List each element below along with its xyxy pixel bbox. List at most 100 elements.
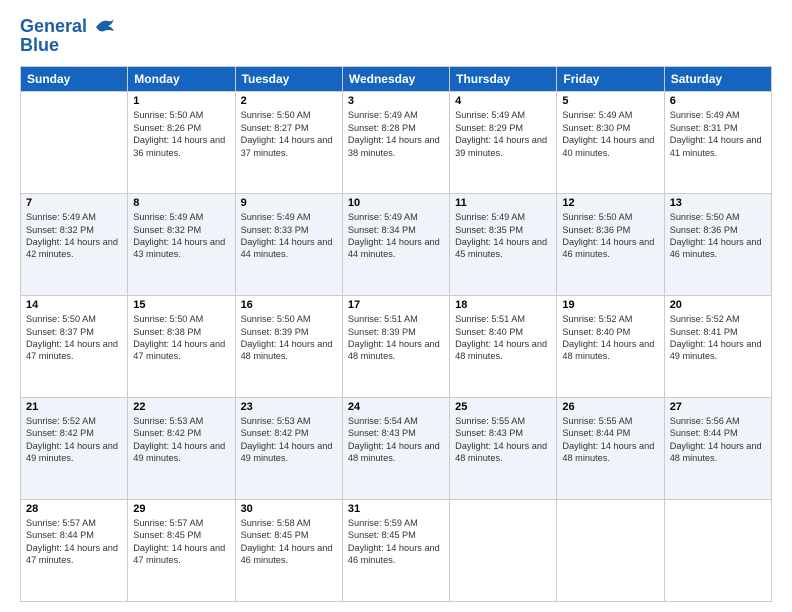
calendar-day-cell: 11Sunrise: 5:49 AMSunset: 8:35 PMDayligh… <box>450 194 557 296</box>
day-info: Sunrise: 5:55 AMSunset: 8:44 PMDaylight:… <box>562 415 658 465</box>
day-info: Sunrise: 5:53 AMSunset: 8:42 PMDaylight:… <box>241 415 337 465</box>
logo-bird-icon <box>94 17 116 37</box>
day-info: Sunrise: 5:51 AMSunset: 8:40 PMDaylight:… <box>455 313 551 363</box>
logo: General Blue <box>20 16 116 56</box>
calendar-day-cell <box>557 500 664 602</box>
day-number: 29 <box>133 503 229 515</box>
day-number: 22 <box>133 401 229 413</box>
day-info: Sunrise: 5:49 AMSunset: 8:32 PMDaylight:… <box>133 211 229 261</box>
day-number: 28 <box>26 503 122 515</box>
calendar-day-cell: 26 Sunrise: 5:55 AMSunset: 8:44 PMDayligh… <box>557 398 664 500</box>
calendar-day-cell: 15 Sunrise: 5:50 AMSunset: 8:38 PMDayligh… <box>128 296 235 398</box>
day-number: 30 <box>241 503 337 515</box>
calendar-day-cell <box>450 500 557 602</box>
day-number: 13 <box>670 197 766 209</box>
header: General Blue <box>20 16 772 56</box>
calendar-day-cell: 19 Sunrise: 5:52 AMSunset: 8:40 PMDayligh… <box>557 296 664 398</box>
day-number: 17 <box>348 299 444 311</box>
calendar-day-cell: 16 Sunrise: 5:50 AMSunset: 8:39 PMDayligh… <box>235 296 342 398</box>
day-info: Sunrise: 5:49 AMSunset: 8:30 PMDaylight:… <box>562 109 658 159</box>
day-number: 19 <box>562 299 658 311</box>
day-info: Sunrise: 5:49 AMSunset: 8:34 PMDaylight:… <box>348 211 444 261</box>
calendar-day-cell: 31Sunrise: 5:59 AMSunset: 8:45 PMDayligh… <box>342 500 449 602</box>
calendar-body: 1Sunrise: 5:50 AMSunset: 8:26 PMDaylight… <box>21 92 772 602</box>
calendar-day-cell: 29 Sunrise: 5:57 AMSunset: 8:45 PMDayligh… <box>128 500 235 602</box>
day-info: Sunrise: 5:50 AMSunset: 8:39 PMDaylight:… <box>241 313 337 363</box>
day-number: 2 <box>241 95 337 107</box>
day-number: 6 <box>670 95 766 107</box>
day-info: Sunrise: 5:52 AMSunset: 8:40 PMDaylight:… <box>562 313 658 363</box>
weekday-header-cell: Saturday <box>664 67 771 92</box>
calendar-week-row: 14 Sunrise: 5:50 AMSunset: 8:37 PMDayligh… <box>21 296 772 398</box>
day-info: Sunrise: 5:49 AMSunset: 8:28 PMDaylight:… <box>348 109 444 159</box>
logo-blue: Blue <box>20 35 116 56</box>
day-info: Sunrise: 5:50 AMSunset: 8:38 PMDaylight:… <box>133 313 229 363</box>
calendar-day-cell: 5Sunrise: 5:49 AMSunset: 8:30 PMDaylight… <box>557 92 664 194</box>
calendar-day-cell: 21 Sunrise: 5:52 AMSunset: 8:42 PMDayligh… <box>21 398 128 500</box>
calendar-day-cell: 27Sunrise: 5:56 AMSunset: 8:44 PMDayligh… <box>664 398 771 500</box>
weekday-header-cell: Thursday <box>450 67 557 92</box>
weekday-header-cell: Tuesday <box>235 67 342 92</box>
day-info: Sunrise: 5:57 AMSunset: 8:45 PMDaylight:… <box>133 517 229 567</box>
calendar-week-row: 1Sunrise: 5:50 AMSunset: 8:26 PMDaylight… <box>21 92 772 194</box>
day-info: Sunrise: 5:53 AMSunset: 8:42 PMDaylight:… <box>133 415 229 465</box>
calendar-week-row: 21 Sunrise: 5:52 AMSunset: 8:42 PMDayligh… <box>21 398 772 500</box>
calendar-day-cell: 24 Sunrise: 5:54 AMSunset: 8:43 PMDayligh… <box>342 398 449 500</box>
calendar-day-cell: 1Sunrise: 5:50 AMSunset: 8:26 PMDaylight… <box>128 92 235 194</box>
page: General Blue SundayMondayTuesdayWednesda… <box>0 0 792 612</box>
day-info: Sunrise: 5:57 AMSunset: 8:44 PMDaylight:… <box>26 517 122 567</box>
calendar-day-cell: 3 Sunrise: 5:49 AMSunset: 8:28 PMDaylight… <box>342 92 449 194</box>
day-number: 16 <box>241 299 337 311</box>
day-info: Sunrise: 5:49 AMSunset: 8:31 PMDaylight:… <box>670 109 766 159</box>
day-info: Sunrise: 5:52 AMSunset: 8:41 PMDaylight:… <box>670 313 766 363</box>
day-info: Sunrise: 5:49 AMSunset: 8:35 PMDaylight:… <box>455 211 551 261</box>
day-info: Sunrise: 5:50 AMSunset: 8:37 PMDaylight:… <box>26 313 122 363</box>
day-number: 24 <box>348 401 444 413</box>
calendar-day-cell: 28 Sunrise: 5:57 AMSunset: 8:44 PMDayligh… <box>21 500 128 602</box>
calendar-day-cell <box>664 500 771 602</box>
calendar-day-cell: 4 Sunrise: 5:49 AMSunset: 8:29 PMDaylight… <box>450 92 557 194</box>
calendar-day-cell: 17 Sunrise: 5:51 AMSunset: 8:39 PMDayligh… <box>342 296 449 398</box>
day-info: Sunrise: 5:58 AMSunset: 8:45 PMDaylight:… <box>241 517 337 567</box>
calendar-day-cell: 18 Sunrise: 5:51 AMSunset: 8:40 PMDayligh… <box>450 296 557 398</box>
day-number: 21 <box>26 401 122 413</box>
calendar-day-cell <box>21 92 128 194</box>
weekday-header-cell: Sunday <box>21 67 128 92</box>
calendar-day-cell: 10Sunrise: 5:49 AMSunset: 8:34 PMDayligh… <box>342 194 449 296</box>
day-info: Sunrise: 5:50 AMSunset: 8:26 PMDaylight:… <box>133 109 229 159</box>
calendar-day-cell: 25Sunrise: 5:55 AMSunset: 8:43 PMDayligh… <box>450 398 557 500</box>
logo-general: General <box>20 16 87 36</box>
day-info: Sunrise: 5:50 AMSunset: 8:36 PMDaylight:… <box>562 211 658 261</box>
day-info: Sunrise: 5:54 AMSunset: 8:43 PMDaylight:… <box>348 415 444 465</box>
calendar-day-cell: 20 Sunrise: 5:52 AMSunset: 8:41 PMDayligh… <box>664 296 771 398</box>
day-info: Sunrise: 5:49 AMSunset: 8:29 PMDaylight:… <box>455 109 551 159</box>
day-info: Sunrise: 5:52 AMSunset: 8:42 PMDaylight:… <box>26 415 122 465</box>
calendar-day-cell: 7 Sunrise: 5:49 AMSunset: 8:32 PMDaylight… <box>21 194 128 296</box>
day-number: 14 <box>26 299 122 311</box>
calendar-day-cell: 14 Sunrise: 5:50 AMSunset: 8:37 PMDayligh… <box>21 296 128 398</box>
day-number: 27 <box>670 401 766 413</box>
day-number: 15 <box>133 299 229 311</box>
weekday-header-row: SundayMondayTuesdayWednesdayThursdayFrid… <box>21 67 772 92</box>
day-number: 12 <box>562 197 658 209</box>
calendar-day-cell: 6 Sunrise: 5:49 AMSunset: 8:31 PMDaylight… <box>664 92 771 194</box>
day-info: Sunrise: 5:49 AMSunset: 8:32 PMDaylight:… <box>26 211 122 261</box>
calendar-day-cell: 9 Sunrise: 5:49 AMSunset: 8:33 PMDaylight… <box>235 194 342 296</box>
weekday-header-cell: Wednesday <box>342 67 449 92</box>
day-number: 3 <box>348 95 444 107</box>
day-number: 18 <box>455 299 551 311</box>
day-number: 9 <box>241 197 337 209</box>
day-info: Sunrise: 5:51 AMSunset: 8:39 PMDaylight:… <box>348 313 444 363</box>
day-number: 20 <box>670 299 766 311</box>
day-number: 26 <box>562 401 658 413</box>
day-info: Sunrise: 5:50 AMSunset: 8:27 PMDaylight:… <box>241 109 337 159</box>
weekday-header-cell: Monday <box>128 67 235 92</box>
day-info: Sunrise: 5:49 AMSunset: 8:33 PMDaylight:… <box>241 211 337 261</box>
calendar-week-row: 28 Sunrise: 5:57 AMSunset: 8:44 PMDayligh… <box>21 500 772 602</box>
day-number: 4 <box>455 95 551 107</box>
weekday-header-cell: Friday <box>557 67 664 92</box>
calendar-day-cell: 12 Sunrise: 5:50 AMSunset: 8:36 PMDayligh… <box>557 194 664 296</box>
calendar-day-cell: 30 Sunrise: 5:58 AMSunset: 8:45 PMDayligh… <box>235 500 342 602</box>
day-number: 7 <box>26 197 122 209</box>
calendar-table: SundayMondayTuesdayWednesdayThursdayFrid… <box>20 66 772 602</box>
